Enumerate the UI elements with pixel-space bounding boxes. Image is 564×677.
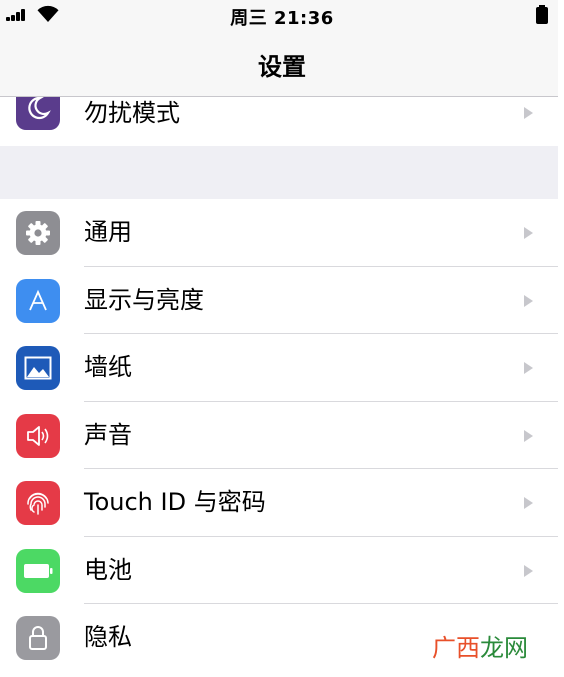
chevron-right-icon: [524, 564, 533, 577]
settings-row-touch-id-passcode[interactable]: Touch ID 与密码: [0, 469, 558, 537]
row-label: Touch ID 与密码: [84, 488, 266, 516]
status-clock: 周三 21:36: [230, 8, 334, 29]
nav-overlay: 设置: [0, 30, 564, 97]
settings-row-wallpaper[interactable]: 墙纸: [0, 334, 558, 402]
chevron-right-icon: [524, 107, 533, 119]
status-bar: 周三 21:36: [0, 0, 564, 30]
settings-group-general: 通用 显示与亮度 墙纸 声音 Touch ID 与密码 电池 隐私: [0, 199, 558, 677]
row-label: 通用: [84, 218, 132, 246]
speaker-icon: [16, 413, 60, 458]
row-label: 显示与亮度: [84, 285, 204, 314]
battery-icon: [16, 548, 60, 593]
text-size-icon: [16, 278, 60, 323]
settings-row-display-brightness[interactable]: 显示与亮度: [0, 267, 558, 334]
row-label: 声音: [84, 420, 132, 449]
row-label: 墙纸: [84, 353, 132, 381]
watermark-part2: 龙网: [480, 634, 528, 662]
chevron-right-icon: [524, 227, 533, 239]
watermark-part1: 广西: [432, 634, 480, 662]
row-label: 电池: [84, 555, 132, 584]
chevron-right-icon: [524, 429, 533, 442]
settings-row-sounds[interactable]: 声音: [0, 402, 558, 469]
chevron-right-icon: [524, 362, 533, 374]
lock-icon: [16, 616, 60, 660]
row-label: 隐私: [84, 623, 132, 651]
settings-row-general[interactable]: 通用: [0, 199, 558, 267]
wallpaper-icon: [16, 346, 60, 390]
battery-status-icon: [536, 5, 548, 24]
settings-row-battery[interactable]: 电池: [0, 537, 558, 604]
watermark: 广西龙网: [432, 628, 528, 663]
page-title-overlay: 设置: [258, 53, 306, 81]
fingerprint-icon: [16, 481, 60, 525]
chevron-right-icon: [524, 497, 533, 509]
gear-icon: [16, 211, 60, 255]
right-edge-strip: [558, 0, 564, 677]
chevron-right-icon: [524, 294, 533, 307]
